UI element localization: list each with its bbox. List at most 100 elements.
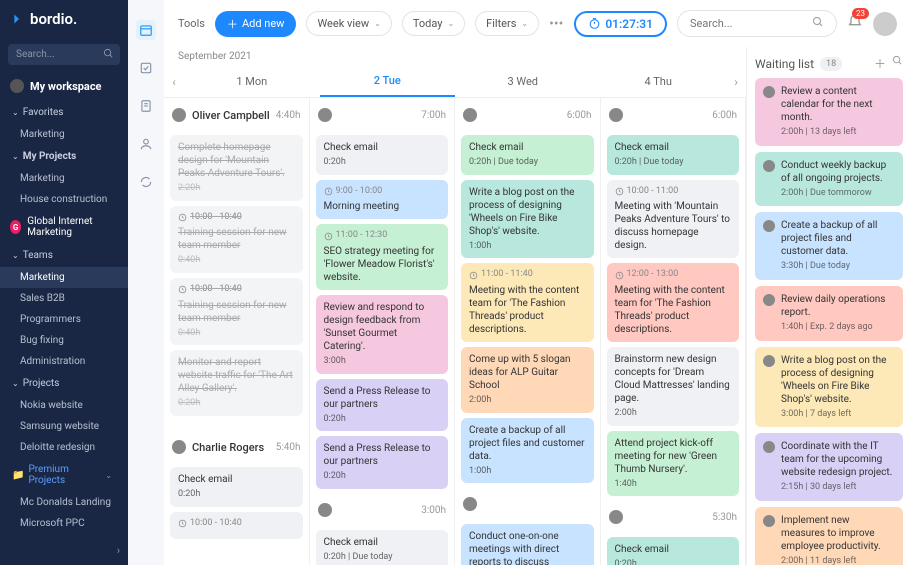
task-card[interactable]: Review and respond to design feedback fr… (316, 295, 449, 374)
note-icon[interactable] (136, 96, 156, 116)
workspace-row[interactable]: My workspace (0, 71, 128, 101)
task-card[interactable]: 10:00 - 10:40Training session for new te… (170, 206, 303, 273)
waiting-card[interactable]: Coordinate with the IT team for the upco… (755, 433, 903, 501)
task-card[interactable]: Check email0:20h | Due today (461, 135, 594, 175)
waiting-card[interactable]: Conduct weekly backup of all ongoing pro… (755, 152, 903, 207)
task-card[interactable]: Send a Press Release to our partners0:20… (316, 436, 449, 489)
sidebar-item[interactable]: Marketing (0, 124, 128, 145)
plus-icon[interactable]: ＋ (874, 55, 886, 72)
sidebar-item[interactable]: Marketing (0, 168, 128, 189)
day-tab[interactable]: 1 Mon (184, 67, 320, 96)
waiting-card[interactable]: Review daily operations report.1:40h | E… (755, 286, 903, 341)
chevron-down-icon: ⌄ (447, 19, 454, 28)
sidebar-item[interactable]: Administration (0, 351, 128, 372)
sidebar-item[interactable]: Bug fixing (0, 330, 128, 351)
today-select[interactable]: Today⌄ (402, 11, 465, 36)
user-avatar[interactable] (873, 12, 897, 36)
refresh-icon[interactable] (136, 172, 156, 192)
clock-icon: 11:00 - 12:30 (324, 230, 441, 242)
sidebar-item[interactable]: Samsung website (0, 416, 128, 437)
avatar-icon (172, 440, 186, 454)
search-icon[interactable] (892, 55, 903, 72)
task-card[interactable]: Monitor and report website traffic for '… (170, 350, 303, 416)
waiting-list: Waiting list 18 ＋ Review a content calen… (746, 47, 911, 565)
avatar-icon (172, 108, 186, 122)
clock-icon: 10:00 - 10:40 (178, 212, 295, 224)
task-card[interactable]: 10:00 - 10:40 (170, 512, 303, 539)
task-card[interactable]: Complete homepage design for 'Mountain P… (170, 135, 303, 201)
filters-select[interactable]: Filters⌄ (475, 11, 539, 36)
task-card[interactable]: 11:00 - 11:40Meeting with the content te… (461, 263, 594, 342)
projects-section[interactable]: ⌄Projects (0, 372, 128, 395)
person-row: 7:00h (316, 104, 449, 130)
clock-icon: 10:00 - 10:40 (178, 284, 295, 296)
day-header: ‹ 1 Mon 2 Tue 3 Wed 4 Thu › (164, 66, 746, 98)
more-icon[interactable]: ••• (549, 16, 563, 32)
my-projects-section[interactable]: ⌄My Projects (0, 145, 128, 168)
waiting-card[interactable]: Review a content calendar for the next m… (755, 78, 903, 146)
chevron-down-icon: ⌄ (521, 19, 528, 28)
day-tab[interactable]: 3 Wed (455, 67, 591, 96)
sidebar-item[interactable]: Deloitte redesign (0, 437, 128, 458)
add-button[interactable]: ＋Add new (215, 11, 297, 37)
next-arrow[interactable]: › (726, 75, 746, 89)
sidebar-search[interactable] (8, 44, 120, 65)
chevron-down-icon: ⌄ (12, 251, 19, 260)
task-card[interactable]: 10:00 - 10:40Training session for new te… (170, 278, 303, 345)
clock-icon: 10:00 - 10:40 (178, 518, 295, 530)
chevron-down-icon: ⌄ (12, 152, 19, 161)
task-card[interactable]: Check email0:20h | Due today (607, 135, 740, 175)
task-card[interactable]: 12:00 - 13:00Meeting with the content te… (607, 263, 740, 342)
global-marketing-row[interactable]: G Global Internet Marketing (0, 210, 128, 244)
task-card[interactable]: 11:00 - 12:30SEO strategy meeting for 'F… (316, 224, 449, 290)
calendar-icon[interactable] (136, 20, 156, 40)
avatar-icon (763, 515, 775, 527)
task-card[interactable]: Write a blog post on the process of desi… (461, 180, 594, 259)
chevron-down-icon: ⌄ (374, 19, 381, 28)
clock-icon: 11:00 - 11:40 (469, 269, 586, 281)
sidebar-item[interactable]: Sales B2B (0, 288, 128, 309)
chevron-down-icon: ⌄ (105, 471, 112, 480)
sidebar-item[interactable]: Marketing (0, 267, 128, 288)
week-view-select[interactable]: Week view⌄ (306, 11, 391, 36)
task-card[interactable]: Brainstorm new design concepts for 'Drea… (607, 347, 740, 426)
task-card[interactable]: Conduct one-on-one meetings with direct … (461, 524, 594, 565)
sidebar-item[interactable]: Microsoft PPC (0, 513, 128, 534)
avatar-icon (10, 79, 24, 93)
person-row: 5:30h (607, 506, 740, 532)
sidebar-item[interactable]: Programmers (0, 309, 128, 330)
task-card[interactable]: Send a Press Release to our partners0:20… (316, 379, 449, 432)
waiting-card[interactable]: Implement new measures to improve employ… (755, 507, 903, 565)
sidebar-item[interactable]: Mc Donalds Landing (0, 492, 128, 513)
task-card[interactable]: Come up with 5 slogan ideas for ALP Guit… (461, 347, 594, 413)
task-card[interactable]: Check email0:20h | Due today (316, 530, 449, 565)
timer[interactable]: 01:27:31 (574, 11, 667, 37)
task-card[interactable]: 10:00 - 11:00Meeting with 'Mountain Peak… (607, 180, 740, 259)
expand-icon[interactable]: › (117, 544, 120, 557)
premium-section[interactable]: 📁 Premium Projects ⌄ (0, 458, 128, 492)
task-card[interactable]: Check email0:20h (316, 135, 449, 175)
day-tab[interactable]: 2 Tue (320, 66, 456, 97)
avatar-icon (318, 503, 332, 517)
task-card[interactable]: Attend project kick-off meeting for new … (607, 431, 740, 497)
top-search[interactable] (677, 10, 837, 37)
checklist-icon[interactable] (136, 58, 156, 78)
task-card[interactable]: Check email0:20h (607, 537, 740, 565)
avatar-icon (609, 510, 623, 524)
sidebar-item[interactable]: Nokia website (0, 395, 128, 416)
favorites-section[interactable]: ⌄Favorites (0, 101, 128, 124)
day-tab[interactable]: 4 Thu (591, 67, 727, 96)
bell-icon[interactable]: 23 (847, 14, 863, 33)
task-card[interactable]: Check email0:20h (170, 467, 303, 507)
task-card[interactable]: 9:00 - 10:00Morning meeting (316, 180, 449, 220)
person-row: Charlie Rogers5:40h (170, 436, 303, 462)
prev-arrow[interactable]: ‹ (164, 75, 184, 89)
people-icon[interactable] (136, 134, 156, 154)
avatar-icon (763, 294, 775, 306)
teams-section[interactable]: ⌄Teams (0, 244, 128, 267)
waiting-card[interactable]: Write a blog post on the process of desi… (755, 347, 903, 428)
chevron-down-icon: ⌄ (12, 379, 19, 388)
task-card[interactable]: Create a backup of all project files and… (461, 418, 594, 484)
waiting-card[interactable]: Create a backup of all project files and… (755, 212, 903, 280)
sidebar-item[interactable]: House construction (0, 189, 128, 210)
